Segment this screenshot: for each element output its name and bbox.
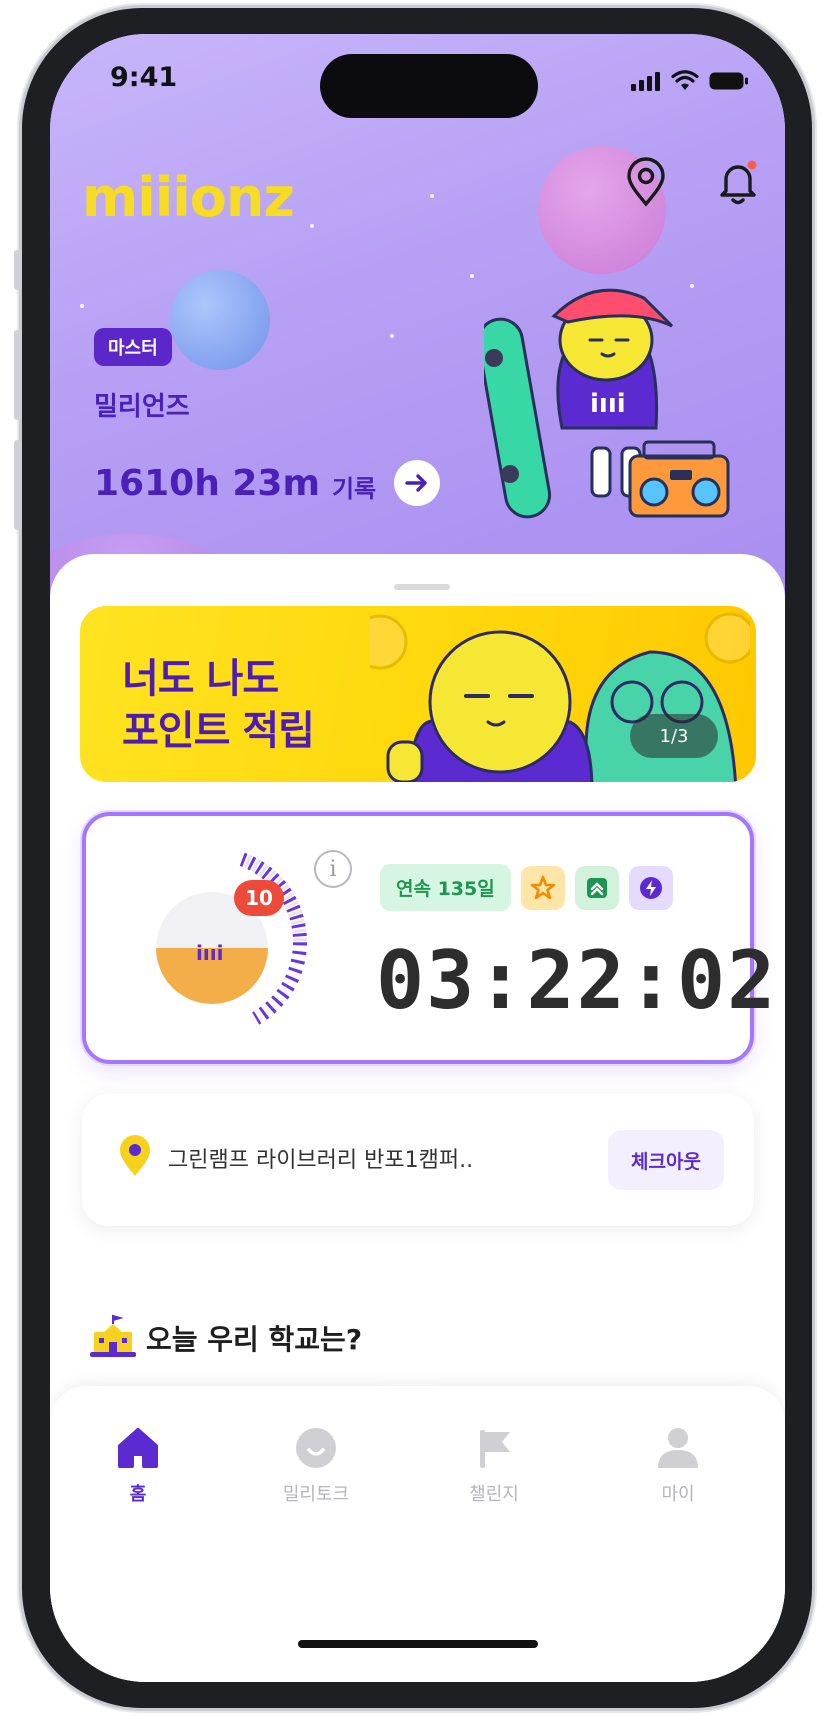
tab-home-label: 홈 (129, 1484, 147, 1505)
promo-banner[interactable]: 너도 나도 포인트 적립 1/3 (80, 606, 756, 782)
app-logo: miiionz (82, 166, 295, 229)
location-marker-icon (120, 1135, 150, 1176)
section-title: 오늘 우리 학교는? (146, 1323, 363, 1356)
star-badge (520, 865, 565, 910)
volume-up-button (14, 330, 22, 420)
grade-badge: 마스터 (94, 328, 172, 366)
study-timer-card[interactable]: iııi 10 i 연속 135일 03:22:02 (82, 812, 775, 1064)
person-icon (658, 1428, 698, 1468)
star (390, 334, 394, 338)
info-icon[interactable]: i (314, 850, 352, 888)
count-badge: 10 (234, 880, 284, 916)
timer-progress-ring: iııi (116, 846, 308, 1038)
record-time: 1610h 23m (94, 462, 320, 504)
volume-down-button (14, 440, 22, 530)
record-link[interactable]: 1610h 23m 기록 (94, 460, 441, 506)
flag-icon (480, 1430, 510, 1468)
tab-millitalk-label: 밀리토크 (282, 1484, 350, 1505)
tab-my[interactable]: 마이 (618, 1426, 738, 1506)
streak-tag: 연속 135일 (380, 864, 511, 911)
star (430, 194, 434, 198)
tab-challenge[interactable]: 챌린지 (434, 1426, 554, 1506)
mascot-skater-illustration: iııi (484, 288, 730, 519)
dynamic-island (320, 54, 538, 118)
tab-millitalk[interactable]: 밀리토크 (256, 1426, 376, 1506)
school-icon (90, 1314, 136, 1357)
tab-challenge-label: 챌린지 (469, 1484, 519, 1505)
lightning-icon (639, 876, 662, 899)
star (310, 224, 314, 228)
checkin-place: 그린램프 라이브러리 반포1캠퍼.. (168, 1148, 474, 1173)
mute-switch (14, 250, 22, 290)
status-icons (631, 70, 749, 91)
notification-button[interactable] (710, 154, 766, 210)
tab-my-label: 마이 (661, 1484, 695, 1505)
star-icon (530, 875, 556, 899)
bell-icon (720, 160, 757, 205)
svg-text:iııi: iııi (590, 389, 626, 419)
boost-badge (628, 865, 673, 910)
planet-blue (170, 270, 270, 370)
signal-icon (631, 72, 660, 91)
study-clock: 03:22:02 (376, 934, 778, 1027)
tab-home[interactable]: 홈 (78, 1426, 198, 1506)
home-icon (118, 1428, 158, 1468)
arrow-right-icon (405, 474, 427, 492)
status-time: 9:41 (110, 62, 178, 93)
record-label: 기록 (331, 474, 377, 503)
sheet-grabber[interactable] (394, 584, 450, 590)
battery-icon (709, 72, 748, 90)
banner-pager: 1/3 (630, 714, 718, 758)
banner-line2: 포인트 적립 (122, 708, 315, 754)
home-indicator (298, 1640, 538, 1648)
star (80, 304, 84, 308)
level-up-badge (574, 865, 619, 910)
location-button[interactable] (618, 154, 674, 210)
star (470, 274, 474, 278)
status-tags: 연속 135일 (380, 864, 673, 911)
checkin-card: 그린램프 라이브러리 반포1캠퍼.. 체크아웃 (82, 1094, 754, 1226)
checkout-button[interactable]: 체크아웃 (608, 1130, 724, 1190)
wifi-icon (671, 70, 699, 90)
user-name: 밀리언즈 (94, 392, 190, 422)
record-arrow-button[interactable] (394, 460, 441, 506)
chat-icon (296, 1428, 336, 1468)
banner-line1: 너도 나도 (122, 656, 279, 702)
location-pin-icon (627, 157, 665, 207)
tab-bar: 홈 밀리토크 챌린지 마이 (50, 1386, 785, 1682)
svg-text:iııi: iııi (196, 941, 223, 965)
app-screen: 9:41 miiionz 마스터 밀리언즈 1610h 23m 기록 iııi … (50, 34, 785, 1682)
double-chevron-up-icon (586, 877, 607, 898)
